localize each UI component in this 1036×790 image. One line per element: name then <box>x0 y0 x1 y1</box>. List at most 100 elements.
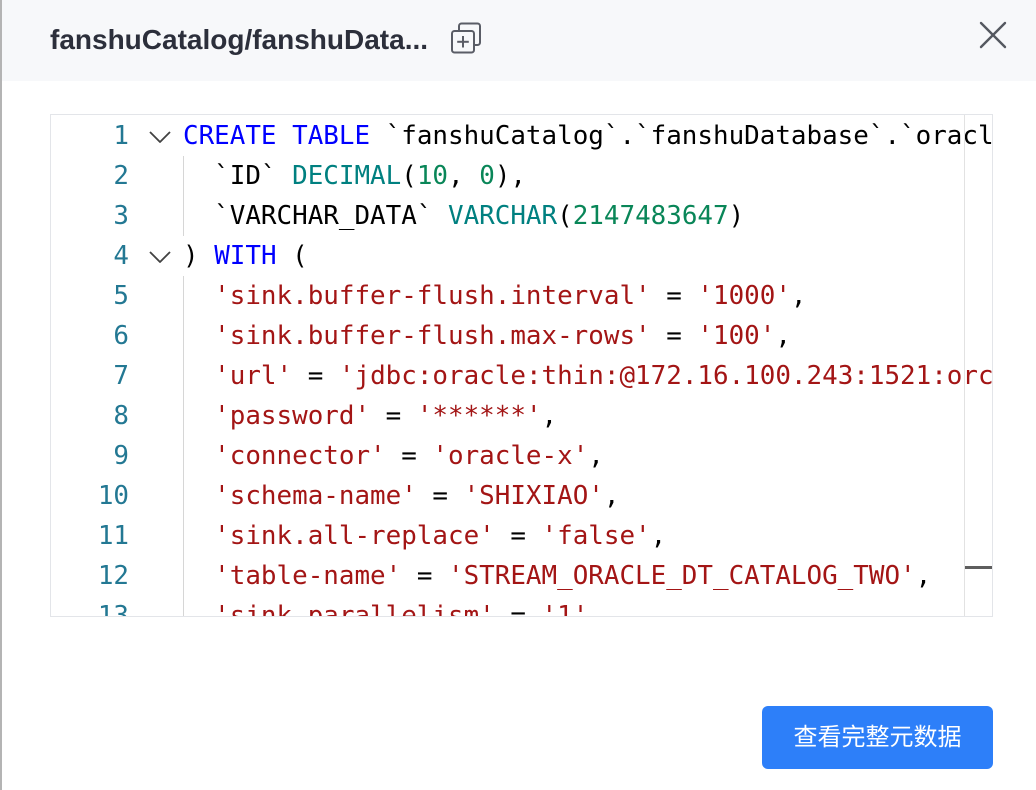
code-token: WITH <box>214 241 277 271</box>
backdrop-edge <box>0 0 2 790</box>
line-number: 6 <box>113 321 129 351</box>
dialog-title: fanshuCatalog/fanshuData... <box>50 24 429 55</box>
code-token: = <box>650 321 698 351</box>
code-token: , <box>915 561 932 591</box>
code-token: '******' <box>416 401 542 431</box>
code-token: = <box>494 521 542 551</box>
line-number: 1 <box>113 121 129 151</box>
code-text[interactable]: 'table-name' = 'STREAM_ORACLE_DT_CATALOG… <box>183 556 931 596</box>
code-token: 'SHIXIAO' <box>463 481 604 511</box>
line-number: 4 <box>113 241 129 271</box>
view-full-metadata-button[interactable]: 查看完整元数据 <box>762 706 993 769</box>
overview-ruler[interactable] <box>964 115 965 616</box>
code-token: ( <box>276 241 308 271</box>
line-number: 7 <box>113 361 129 391</box>
chevron-down-icon[interactable] <box>148 130 172 144</box>
code-token: 'table-name' <box>183 561 402 591</box>
code-token: = <box>416 481 464 511</box>
code-line[interactable]: 11 'sink.all-replace' = 'false', <box>51 516 992 556</box>
code-text[interactable]: CREATE TABLE `fanshuCatalog`.`fanshuData… <box>183 116 993 156</box>
code-line[interactable]: 6 'sink.buffer-flush.max-rows' = '100', <box>51 316 992 356</box>
metadata-dialog: fanshuCatalog/fanshuData... 1 CREATE TABL… <box>0 0 1036 790</box>
code-text[interactable]: 'password' = '******', <box>183 396 557 436</box>
code-token: `fanshuCatalog`.`fanshuDatabase`.`oracl <box>370 121 993 151</box>
code-token: ( <box>401 161 417 191</box>
code-line[interactable]: 2 `ID` DECIMAL(10, 0), <box>51 156 992 196</box>
chevron-down-icon[interactable] <box>148 250 172 264</box>
code-token: 'sink.buffer-flush.max-rows' <box>183 321 651 351</box>
code-text[interactable]: 'sink.parallelism' = '1' <box>183 596 589 617</box>
code-line[interactable]: 8 'password' = '******', <box>51 396 992 436</box>
code-token: ) <box>183 241 215 271</box>
code-token: VARCHAR <box>448 201 558 231</box>
close-button[interactable] <box>979 21 1007 49</box>
code-token: , <box>541 401 558 431</box>
copy-icon[interactable] <box>450 22 482 54</box>
code-text[interactable]: 'connector' = 'oracle-x', <box>183 436 604 476</box>
code-token: `VARCHAR_DATA` <box>183 201 448 231</box>
code-token: = <box>650 281 698 311</box>
code-token: = <box>370 401 417 431</box>
code-line[interactable]: 12 'table-name' = 'STREAM_ORACLE_DT_CATA… <box>51 556 992 596</box>
line-number: 2 <box>113 161 129 191</box>
code-token: '100' <box>697 321 776 351</box>
code-token: TABLE <box>292 121 371 151</box>
code-text[interactable]: 'sink.all-replace' = 'false', <box>183 516 666 556</box>
fold-toggle[interactable] <box>148 250 172 264</box>
code-token: DECIMAL <box>292 161 402 191</box>
code-line[interactable]: 10 'schema-name' = 'SHIXIAO', <box>51 476 992 516</box>
code-token: ) <box>728 201 745 231</box>
code-token: = <box>401 561 448 591</box>
code-token: '1000' <box>697 281 791 311</box>
code-text[interactable]: ) WITH ( <box>183 236 308 276</box>
code-line[interactable]: 4) WITH ( <box>51 236 992 276</box>
code-token: 'false' <box>541 521 651 551</box>
code-line[interactable]: 7 'url' = 'jdbc:oracle:thin:@172.16.100.… <box>51 356 992 396</box>
code-lines: 1 CREATE TABLE `fanshuCatalog`.`fanshuDat… <box>51 116 992 617</box>
code-token: 'password' <box>183 401 371 431</box>
code-line[interactable]: 13 'sink.parallelism' = '1' <box>51 596 992 617</box>
code-text[interactable]: 'url' = 'jdbc:oracle:thin:@172.16.100.24… <box>183 356 993 396</box>
code-token: 2147483647 <box>572 201 729 231</box>
code-token: 'sink.all-replace' <box>183 521 495 551</box>
line-number: 3 <box>113 201 129 231</box>
code-line[interactable]: 3 `VARCHAR_DATA` VARCHAR(2147483647) <box>51 196 992 236</box>
line-number: 13 <box>97 601 129 617</box>
code-text[interactable]: 'sink.buffer-flush.interval' = '1000', <box>183 276 807 316</box>
code-text[interactable]: 'schema-name' = 'SHIXIAO', <box>183 476 619 516</box>
code-token: 'schema-name' <box>183 481 417 511</box>
code-token: '1' <box>541 601 589 617</box>
code-token: CREATE <box>183 121 293 151</box>
overview-ruler-cursor-marker <box>965 566 992 569</box>
code-token: 'oracle-x' <box>432 441 589 471</box>
line-number: 9 <box>113 441 129 471</box>
copy-button[interactable] <box>450 22 482 54</box>
fold-toggle[interactable] <box>148 130 172 144</box>
code-line[interactable]: 5 'sink.buffer-flush.interval' = '1000', <box>51 276 992 316</box>
code-line[interactable]: 1 CREATE TABLE `fanshuCatalog`.`fanshuDat… <box>51 116 992 156</box>
code-token: 'STREAM_ORACLE_DT_CATALOG_TWO' <box>448 561 916 591</box>
line-number: 8 <box>113 401 129 431</box>
code-text[interactable]: `VARCHAR_DATA` VARCHAR(2147483647) <box>183 196 744 236</box>
code-token: 'jdbc:oracle:thin:@172.16.100.243:1521:o… <box>338 361 993 391</box>
code-line[interactable]: 9 'connector' = 'oracle-x', <box>51 436 992 476</box>
code-token: = <box>385 441 433 471</box>
code-text[interactable]: 'sink.buffer-flush.max-rows' = '100', <box>183 316 791 356</box>
line-number: 11 <box>97 521 129 551</box>
sql-code-editor[interactable]: 1 CREATE TABLE `fanshuCatalog`.`fanshuDat… <box>50 114 993 617</box>
code-token: , <box>790 281 807 311</box>
line-number: 5 <box>113 281 129 311</box>
code-token: , <box>448 161 480 191</box>
close-icon[interactable] <box>979 21 1007 49</box>
code-token: 'sink.parallelism' <box>183 601 495 617</box>
code-token: 0 <box>479 161 495 191</box>
code-token: , <box>775 321 791 351</box>
line-number: 10 <box>97 481 129 511</box>
code-token: 10 <box>416 161 449 191</box>
code-token: 'url' <box>183 361 293 391</box>
code-token: 'sink.buffer-flush.interval' <box>183 281 651 311</box>
code-text[interactable]: `ID` DECIMAL(10, 0), <box>183 156 526 196</box>
dialog-header: fanshuCatalog/fanshuData... <box>0 0 1036 81</box>
code-token: , <box>603 481 620 511</box>
code-token: ), <box>494 161 526 191</box>
